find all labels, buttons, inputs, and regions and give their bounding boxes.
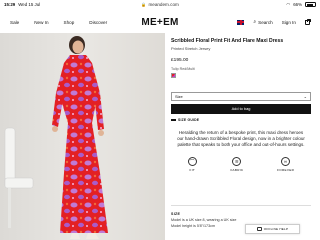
feature-forever[interactable]: ∞ FOREVER (277, 157, 294, 172)
section-divider (171, 205, 311, 206)
bag-icon[interactable] (305, 18, 311, 25)
offline-help-button[interactable]: OFFLINE HELP (245, 224, 300, 234)
feature-tabs: ⌒ FIT ≋ FABRIC ∞ FOREVER (171, 157, 311, 172)
product-fabric: Printed Stretch Jersey (171, 45, 211, 51)
status-bar: 15:29 Wed 15 Jul 🔒 meandem.com ◠ 66% (0, 0, 320, 9)
chevron-down-icon: ⌄ (303, 93, 307, 99)
chat-bubble-icon (256, 227, 262, 231)
feature-fit[interactable]: ⌒ FIT (187, 157, 197, 173)
address-bar[interactable]: 🔒 meandem.com (0, 2, 320, 7)
site-header: Sale New In Shop Discover ME+EM ⌕ Search… (0, 11, 320, 33)
product-price: £195.00 (171, 57, 189, 63)
hanger-icon: ⌒ (187, 157, 197, 167)
fabric-icon: ≋ (232, 157, 242, 167)
product-details: Scribbled Floral Print Fit And Flare Max… (171, 38, 311, 172)
product-title: Scribbled Floral Print Fit And Flare Max… (171, 38, 284, 44)
feature-fabric-label: FABRIC (230, 168, 244, 173)
add-to-bag-button[interactable]: Add to bag (171, 103, 311, 114)
colour-name: Tulip Red/Multi (171, 66, 195, 71)
lock-icon: 🔒 (141, 2, 147, 7)
size-guide-link[interactable]: SIZE GUIDE (171, 118, 311, 122)
offline-help-label: OFFLINE HELP (263, 227, 289, 231)
product-description: Heralding the return of a bespoke print,… (177, 129, 305, 148)
uk-flag-icon[interactable] (237, 19, 245, 25)
feature-forever-label: FOREVER (277, 168, 295, 173)
brand-logo[interactable]: ME+EM (0, 17, 320, 28)
size-heading: SIZE (171, 212, 181, 216)
url-text: meandem.com (148, 2, 179, 7)
ruler-icon (171, 118, 176, 121)
feature-fabric[interactable]: ≋ FABRIC (230, 157, 243, 172)
size-select-label: Size (175, 93, 183, 99)
size-select[interactable]: Size ⌄ (171, 91, 311, 101)
size-guide-label: SIZE GUIDE (178, 117, 200, 122)
colour-swatch[interactable] (171, 72, 176, 78)
product-image[interactable] (0, 33, 165, 240)
battery-icon (305, 2, 316, 7)
model-size-text: Model is a UK size 8, wearing a UK size (171, 217, 237, 222)
feature-fit-label: FIT (189, 168, 196, 173)
model-illustration (4, 36, 108, 239)
forever-icon: ∞ (281, 157, 291, 167)
